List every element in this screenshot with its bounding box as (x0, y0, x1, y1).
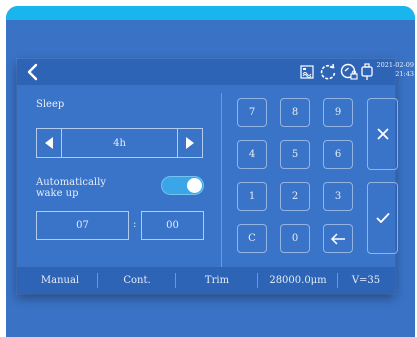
footer-divider (97, 273, 98, 288)
footer-bar: Manual Cont. Trim 28000.0μm V=35 (17, 267, 395, 294)
triangle-right-icon (186, 137, 194, 149)
wake-minute-field[interactable]: 00 (141, 211, 204, 240)
time-text: 21:43 (395, 70, 414, 78)
wake-hour-field[interactable]: 07 (36, 211, 129, 240)
device-icon (361, 63, 373, 80)
sleep-label: Sleep (36, 99, 65, 110)
section-divider (221, 93, 222, 293)
auto-wake-toggle[interactable] (161, 176, 204, 195)
key-7[interactable]: 7 (237, 98, 267, 127)
key-2[interactable]: 2 (280, 182, 310, 211)
mode-cont[interactable]: Cont. (101, 267, 173, 294)
key-0[interactable]: 0 (280, 224, 310, 253)
decrease-button[interactable] (37, 129, 62, 157)
footer-divider (175, 273, 176, 288)
key-8[interactable]: 8 (280, 98, 310, 127)
confirm-button[interactable] (367, 182, 398, 254)
mode-manual[interactable]: Manual (25, 267, 95, 294)
auto-wake-label-line1: Automatically (36, 177, 106, 188)
velocity-readout: V=35 (351, 275, 381, 286)
increase-button[interactable] (177, 129, 202, 157)
key-5[interactable]: 5 (280, 140, 310, 169)
datetime: 2021-02-09 21:43 (374, 61, 414, 79)
sleep-settings-dialog: 2021-02-09 21:43 Sleep 4h Automatically … (17, 59, 414, 294)
header-bar: 2021-02-09 21:43 (17, 59, 414, 85)
close-icon (376, 128, 389, 140)
footer-divider (337, 273, 338, 288)
back-icon (27, 63, 38, 81)
key-clear[interactable]: C (237, 224, 267, 253)
backspace-button[interactable] (323, 224, 353, 253)
refresh-icon[interactable] (319, 63, 337, 81)
lock-badge-icon (340, 63, 358, 80)
key-1[interactable]: 1 (237, 182, 267, 211)
auto-wake-label-line2: wake up (36, 188, 79, 199)
key-9[interactable]: 9 (323, 98, 353, 127)
signal-chart-icon (300, 65, 314, 79)
triangle-left-icon (45, 137, 53, 149)
time-separator: : (133, 219, 137, 230)
date-text: 2021-02-09 (376, 61, 414, 69)
auto-wake-label: Automatically wake up (36, 177, 106, 199)
key-6[interactable]: 6 (323, 140, 353, 169)
cancel-button[interactable] (367, 98, 398, 170)
sleep-stepper: 4h (36, 128, 203, 158)
backspace-arrow-icon (330, 232, 345, 245)
back-button[interactable] (23, 62, 43, 82)
mode-trim[interactable]: Trim (179, 267, 255, 294)
key-4[interactable]: 4 (237, 140, 267, 169)
position-readout: 28000.0μm (269, 275, 327, 286)
toggle-knob (187, 178, 202, 193)
key-3[interactable]: 3 (323, 182, 353, 211)
top-accent-bar (6, 6, 415, 20)
footer-divider (257, 273, 258, 288)
check-icon (376, 213, 389, 223)
sleep-value: 4h (113, 137, 126, 149)
top-strip (0, 0, 417, 4)
